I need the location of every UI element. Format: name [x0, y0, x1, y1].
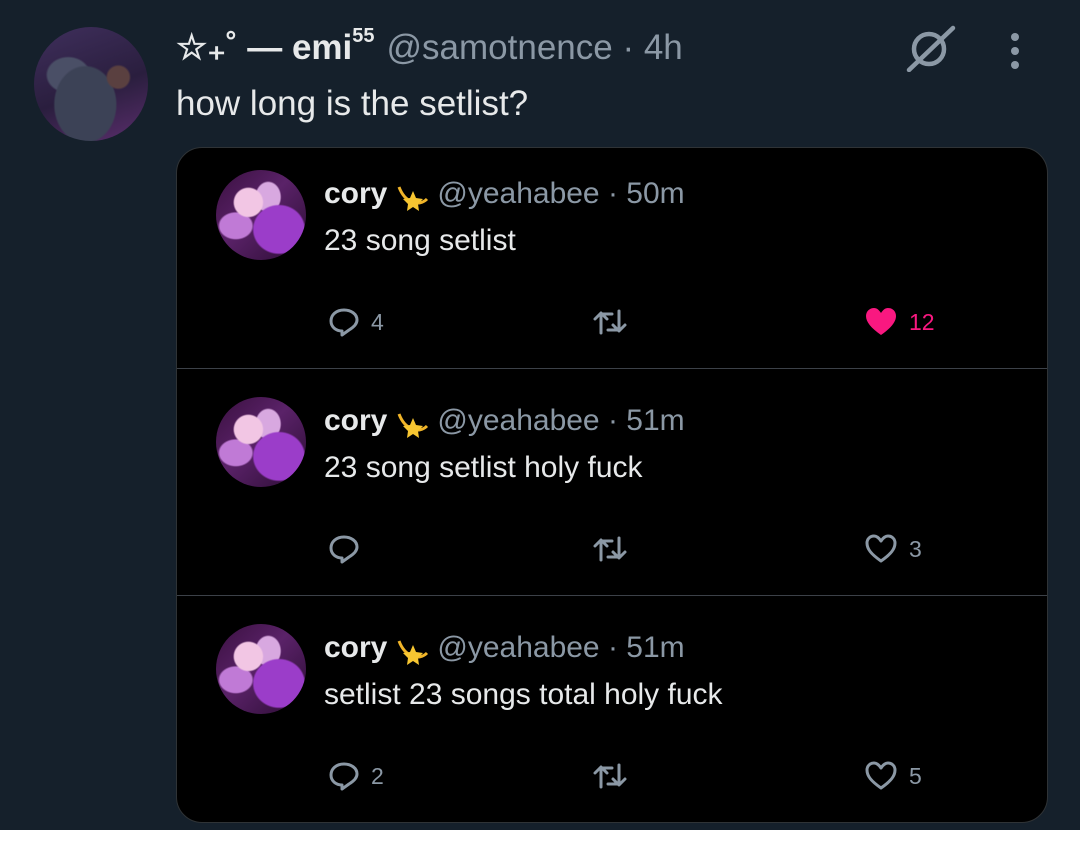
post-header: ☆₊˚ — emi55 @samotnence · 4h: [176, 25, 683, 70]
shooting-star-emoji: [397, 186, 429, 211]
reply-count: 2: [371, 762, 384, 789]
reply-header: cory @yeahabee · 51m: [324, 628, 685, 668]
avatar[interactable]: [34, 27, 148, 141]
display-name[interactable]: ☆₊˚ — emi55: [176, 25, 375, 68]
main-post: ☆₊˚ — emi55 @samotnence · 4h how long is…: [0, 0, 1080, 830]
reply-text: 23 song setlist holy fuck: [324, 451, 643, 484]
reply-button[interactable]: [327, 533, 371, 565]
retweet-icon: [593, 536, 627, 562]
reply-item[interactable]: cory @yeahabee · 50m 23 song setlist 4 1…: [177, 148, 1047, 368]
reply-handle-time: @yeahabee · 51m: [437, 404, 685, 437]
handle-time: @samotnence · 4h: [386, 28, 683, 67]
reply-author-name[interactable]: cory: [324, 631, 387, 665]
retweet-button[interactable]: [591, 306, 629, 338]
reply-button[interactable]: 4: [327, 306, 384, 338]
reply-icon: [329, 762, 359, 791]
like-button[interactable]: 12: [863, 306, 935, 338]
reply-item[interactable]: cory @yeahabee · 51m setlist 23 songs to…: [177, 602, 1047, 822]
retweet-icon: [593, 309, 627, 335]
reply-text: 23 song setlist: [324, 224, 516, 257]
reply-handle-time: @yeahabee · 50m: [437, 177, 685, 210]
reply-author-name[interactable]: cory: [324, 177, 387, 211]
reply-header: cory @yeahabee · 50m: [324, 174, 685, 214]
reply-item[interactable]: cory @yeahabee · 51m 23 song setlist hol…: [177, 375, 1047, 595]
like-button[interactable]: 3: [863, 533, 922, 565]
author-handle[interactable]: @samotnence: [387, 28, 613, 67]
retweet-icon: [593, 763, 627, 789]
avatar[interactable]: [216, 397, 306, 487]
heart-icon: [865, 534, 897, 563]
more-icon[interactable]: [1008, 31, 1022, 71]
like-count: 3: [909, 535, 922, 562]
post-time[interactable]: 4h: [644, 28, 683, 67]
retweet-button[interactable]: [591, 533, 629, 565]
reply-header: cory @yeahabee · 51m: [324, 401, 685, 441]
quoted-replies-card: cory @yeahabee · 50m 23 song setlist 4 1…: [176, 147, 1048, 823]
reply-button[interactable]: 2: [327, 760, 384, 792]
heart-icon: [865, 761, 897, 790]
reply-handle-time: @yeahabee · 51m: [437, 631, 685, 664]
post-text: how long is the setlist?: [176, 84, 529, 123]
retweet-button[interactable]: [591, 760, 629, 792]
reply-author-name[interactable]: cory: [324, 404, 387, 438]
avatar[interactable]: [216, 170, 306, 260]
like-count: 5: [909, 762, 922, 789]
shooting-star-emoji: [397, 640, 429, 665]
like-count: 12: [909, 308, 935, 335]
reply-count: 4: [371, 308, 384, 335]
heart-icon: [866, 308, 896, 335]
divider: [177, 368, 1047, 369]
like-button[interactable]: 5: [863, 760, 922, 792]
reply-icon: [329, 535, 359, 564]
grok-icon[interactable]: [905, 24, 957, 72]
reply-icon: [329, 308, 359, 337]
avatar[interactable]: [216, 624, 306, 714]
reply-text: setlist 23 songs total holy fuck: [324, 678, 723, 711]
shooting-star-emoji: [397, 413, 429, 438]
divider: [177, 595, 1047, 596]
